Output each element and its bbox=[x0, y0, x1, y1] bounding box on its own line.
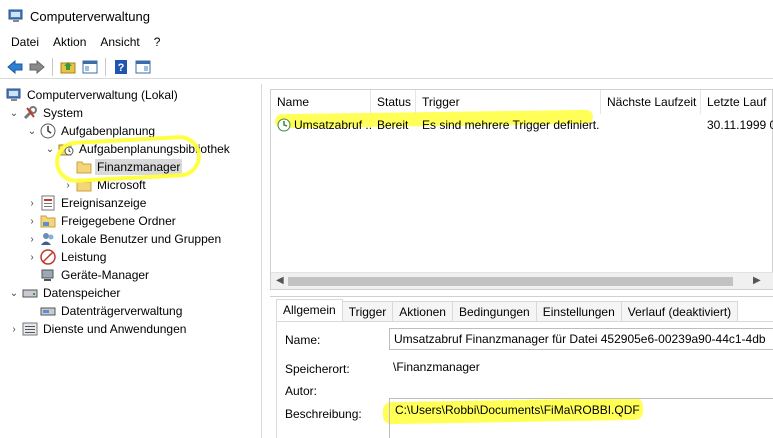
forward-icon bbox=[29, 59, 45, 74]
menu-ansicht[interactable]: Ansicht bbox=[93, 35, 146, 49]
up-folder-icon bbox=[60, 61, 76, 73]
disk-management-icon bbox=[40, 303, 56, 319]
tree-item-freigaben[interactable]: › Freigegebene Ordner bbox=[26, 212, 178, 230]
tab-verlauf[interactable]: Verlauf (deaktiviert) bbox=[620, 301, 739, 321]
chevron-down-icon[interactable]: ⌄ bbox=[44, 144, 56, 155]
tree-item-datentraeger[interactable]: Datenträgerverwaltung bbox=[26, 302, 184, 320]
tree-item-geraete[interactable]: Geräte-Manager bbox=[26, 266, 151, 284]
chevron-right-icon[interactable]: › bbox=[26, 198, 38, 209]
computer-management-icon bbox=[6, 87, 22, 103]
menu-help[interactable]: ? bbox=[147, 35, 168, 49]
task-next-run bbox=[607, 116, 701, 134]
description-label: Beschreibung: bbox=[285, 407, 362, 421]
chevron-down-icon[interactable]: ⌄ bbox=[8, 108, 20, 119]
tree-label: Lokale Benutzer und Gruppen bbox=[61, 232, 222, 246]
window-title: Computerverwaltung bbox=[30, 8, 150, 24]
tab-aktionen[interactable]: Aktionen bbox=[392, 301, 453, 321]
tree-label: Geräte-Manager bbox=[61, 268, 150, 282]
menu-aktion[interactable]: Aktion bbox=[46, 35, 93, 49]
column-header-last-run[interactable]: Letzte Lauf bbox=[701, 90, 773, 114]
forward-button[interactable] bbox=[26, 56, 48, 78]
show-tree-icon bbox=[82, 60, 98, 73]
scroll-thumb[interactable] bbox=[288, 277, 733, 286]
show-tree-button[interactable] bbox=[79, 56, 101, 78]
task-ready-icon bbox=[277, 116, 295, 134]
horizontal-scrollbar[interactable]: ◀ ▶ bbox=[271, 272, 773, 289]
tools-icon bbox=[22, 105, 38, 121]
chevron-right-icon[interactable]: › bbox=[26, 234, 38, 245]
back-button[interactable] bbox=[4, 56, 26, 78]
users-icon bbox=[40, 231, 56, 247]
detail-tabs: Allgemein Trigger Aktionen Bedingungen E… bbox=[276, 299, 739, 321]
tree-item-system[interactable]: ⌄ System bbox=[8, 104, 85, 122]
tree-label: Leistung bbox=[61, 250, 107, 264]
task-last-run: 30.11.1999 0 bbox=[707, 118, 773, 132]
highlight-ring bbox=[54, 134, 202, 184]
task-name: Umsatzabruf ... bbox=[294, 118, 372, 132]
toolbar: ? bbox=[0, 55, 773, 79]
task-list: Name Status Trigger Nächste Laufzeit Let… bbox=[270, 89, 773, 290]
tab-panel-allgemein: Name: Umsatzabruf Finanzmanager für Date… bbox=[276, 321, 773, 438]
device-manager-icon bbox=[40, 267, 56, 283]
chevron-down-icon[interactable]: ⌄ bbox=[26, 126, 38, 137]
tab-einstellungen[interactable]: Einstellungen bbox=[535, 301, 622, 321]
tree-item-benutzer[interactable]: › Lokale Benutzer und Gruppen bbox=[26, 230, 223, 248]
tab-allgemein[interactable]: Allgemein bbox=[276, 299, 343, 321]
tree-label: Computerverwaltung (Lokal) bbox=[27, 88, 178, 102]
tree-label: Datenspeicher bbox=[43, 286, 121, 300]
title-bar: Computerverwaltung bbox=[0, 0, 773, 32]
tree-label: Datenträgerverwaltung bbox=[61, 304, 183, 318]
tree-label: Freigegebene Ordner bbox=[61, 214, 176, 228]
chevron-right-icon[interactable]: › bbox=[8, 324, 20, 335]
tree-item-leistung[interactable]: › Leistung bbox=[26, 248, 108, 266]
location-value: \Finanzmanager bbox=[393, 360, 480, 374]
menu-bar: Datei Aktion Ansicht ? bbox=[0, 32, 773, 52]
event-viewer-icon bbox=[40, 195, 56, 211]
tab-trigger[interactable]: Trigger bbox=[341, 301, 394, 321]
task-trigger: Es sind mehrere Trigger definiert. bbox=[422, 118, 600, 132]
column-header-next-run[interactable]: Nächste Laufzeit bbox=[601, 90, 701, 114]
computer-management-icon bbox=[8, 8, 24, 24]
chevron-right-icon[interactable]: › bbox=[26, 216, 38, 227]
svg-text:?: ? bbox=[118, 62, 125, 74]
toolbar-separator bbox=[52, 57, 53, 76]
help-button[interactable]: ? bbox=[110, 56, 132, 78]
tree-label: System bbox=[43, 106, 84, 120]
help-icon: ? bbox=[115, 59, 127, 74]
scroll-left-icon[interactable]: ◀ bbox=[276, 275, 284, 286]
tree-item-dienste[interactable]: › Dienste und Anwendungen bbox=[8, 320, 188, 338]
author-label: Autor: bbox=[285, 384, 318, 398]
clock-icon bbox=[40, 123, 56, 139]
name-field[interactable]: Umsatzabruf Finanzmanager für Datei 4529… bbox=[389, 328, 773, 350]
tree-item-ereignisanzeige[interactable]: › Ereignisanzeige bbox=[26, 194, 148, 212]
column-header-status[interactable]: Status bbox=[371, 90, 416, 114]
services-icon bbox=[22, 321, 38, 337]
up-folder-button[interactable] bbox=[57, 56, 79, 78]
tab-bedingungen[interactable]: Bedingungen bbox=[451, 301, 537, 321]
performance-icon bbox=[40, 249, 56, 265]
chevron-right-icon[interactable]: › bbox=[26, 252, 38, 263]
location-label: Speicherort: bbox=[285, 362, 350, 376]
tree-item-datenspeicher[interactable]: ⌄ Datenspeicher bbox=[8, 284, 122, 302]
name-label: Name: bbox=[285, 333, 321, 347]
column-header-name[interactable]: Name bbox=[271, 90, 371, 114]
task-status: Bereit bbox=[377, 118, 409, 132]
tree-label: Dienste und Anwendungen bbox=[43, 322, 187, 336]
description-box[interactable] bbox=[389, 398, 773, 438]
toolbar-separator bbox=[105, 57, 106, 76]
scroll-right-icon[interactable]: ▶ bbox=[753, 275, 761, 286]
show-action-pane-icon bbox=[135, 60, 151, 73]
task-details: Allgemein Trigger Aktionen Bedingungen E… bbox=[270, 296, 773, 438]
show-action-pane-button[interactable] bbox=[132, 56, 154, 78]
menu-datei[interactable]: Datei bbox=[4, 35, 46, 49]
storage-icon bbox=[22, 285, 38, 301]
back-icon bbox=[7, 59, 23, 74]
chevron-down-icon[interactable]: ⌄ bbox=[8, 288, 20, 299]
shared-folder-icon bbox=[40, 213, 56, 229]
tree-label: Ereignisanzeige bbox=[61, 196, 147, 210]
tree-item-root[interactable]: Computerverwaltung (Lokal) bbox=[4, 86, 180, 104]
table-row[interactable]: Umsatzabruf ... Bereit Es sind mehrere T… bbox=[271, 116, 773, 134]
